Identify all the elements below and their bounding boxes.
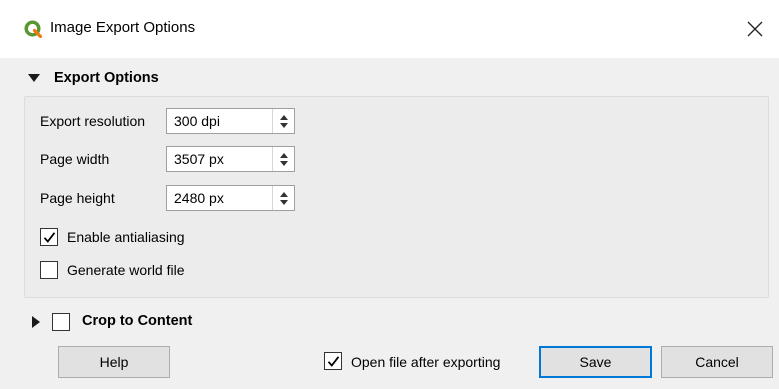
save-button[interactable]: Save (539, 346, 652, 378)
close-icon (747, 21, 763, 37)
spin-down-icon[interactable] (279, 122, 288, 128)
spin-up-icon[interactable] (279, 114, 288, 120)
spin-down-icon[interactable] (279, 160, 288, 166)
spin-arrows[interactable] (272, 147, 294, 171)
export-options-header[interactable]: Export Options (28, 68, 159, 88)
world-file-label[interactable]: Generate world file (67, 262, 185, 278)
open-after-export-label[interactable]: Open file after exporting (351, 354, 500, 370)
page-width-value[interactable]: 3507 px (167, 147, 272, 171)
page-height-spinbox[interactable]: 2480 px (166, 185, 295, 211)
collapse-triangle-icon (28, 74, 40, 82)
world-file-checkbox[interactable] (40, 261, 58, 279)
export-resolution-label: Export resolution (40, 113, 146, 129)
spin-up-icon[interactable] (279, 152, 288, 158)
title-bar: Image Export Options (0, 0, 779, 58)
spin-up-icon[interactable] (279, 191, 288, 197)
export-options-title: Export Options (54, 70, 159, 86)
window-title: Image Export Options (50, 19, 196, 36)
page-height-label: Page height (40, 190, 115, 206)
close-button[interactable] (735, 10, 775, 48)
spin-down-icon[interactable] (279, 199, 288, 205)
open-after-export-checkbox[interactable] (324, 352, 342, 370)
crop-to-content-title[interactable]: Crop to Content (82, 313, 192, 329)
antialiasing-checkbox[interactable] (40, 228, 58, 246)
crop-to-content-checkbox[interactable] (52, 313, 70, 331)
checkmark-icon (43, 231, 55, 243)
spin-arrows[interactable] (272, 109, 294, 133)
page-height-value[interactable]: 2480 px (167, 186, 272, 210)
antialiasing-label[interactable]: Enable antialiasing (67, 229, 185, 245)
expand-triangle-icon[interactable] (32, 316, 40, 328)
cancel-button[interactable]: Cancel (661, 346, 773, 378)
page-width-label: Page width (40, 151, 110, 167)
export-resolution-value[interactable]: 300 dpi (167, 109, 272, 133)
page-width-spinbox[interactable]: 3507 px (166, 146, 295, 172)
image-export-dialog: Image Export Options Export Options Expo… (0, 0, 779, 389)
help-button[interactable]: Help (58, 346, 170, 378)
spin-arrows[interactable] (272, 186, 294, 210)
export-resolution-spinbox[interactable]: 300 dpi (166, 108, 295, 134)
qgis-logo-icon (24, 20, 43, 39)
checkmark-icon (327, 355, 339, 367)
